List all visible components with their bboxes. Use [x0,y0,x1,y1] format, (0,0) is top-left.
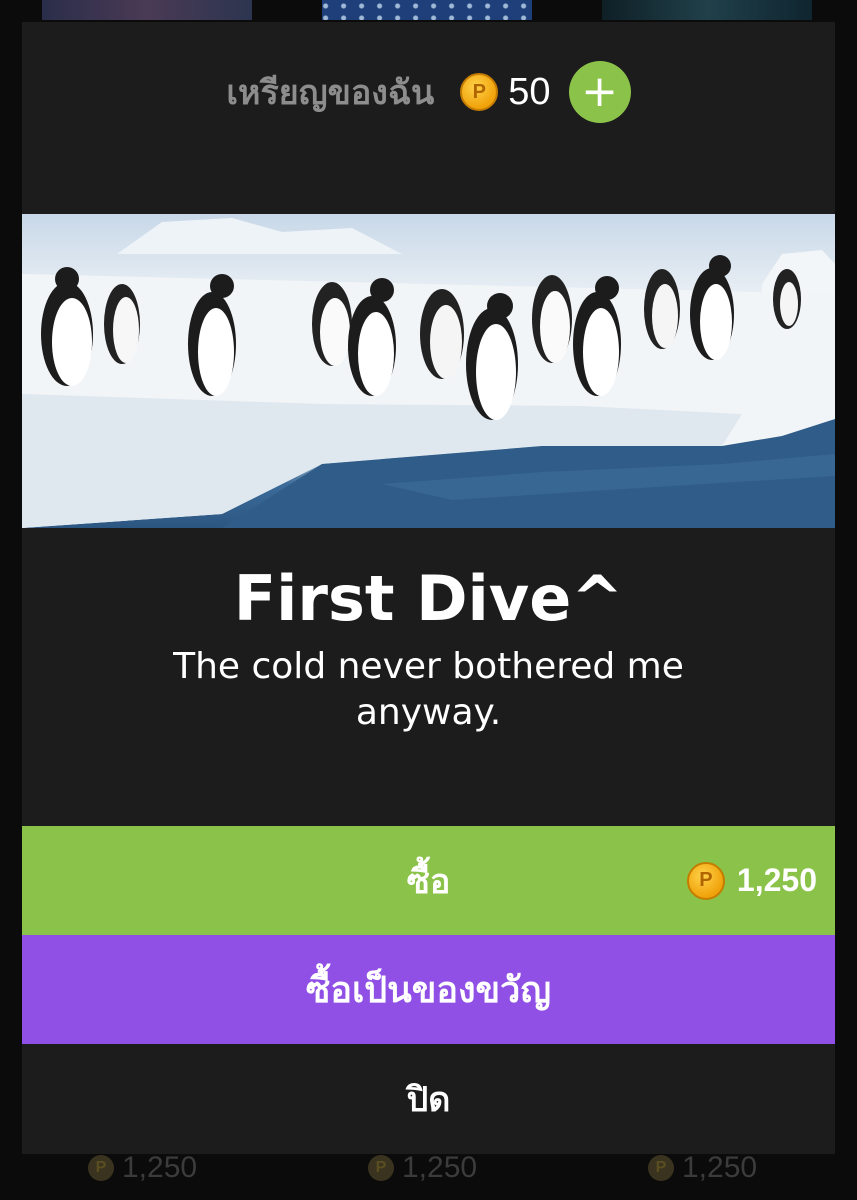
buy-price: P 1,250 [686,826,817,935]
wallet-label: เหรียญของฉัน [226,73,435,113]
background-price: P 1,250 [648,1150,757,1186]
buy-price-value: 1,250 [736,862,817,898]
wallet-balance: เหรียญของฉัน P 50 + [22,61,835,123]
buy-button-label: ซื้อ [406,861,451,902]
penguins-on-ice-image [22,218,835,528]
buy-button[interactable]: ซื้อ P 1,250 [22,826,835,935]
close-button[interactable]: ปิด [22,1044,835,1154]
background-thumbnail [322,0,532,20]
coin-icon: P [686,861,725,900]
buy-as-gift-button[interactable]: ซื้อเป็นของขวัญ [22,935,835,1044]
item-title: First Dive^ [233,562,624,635]
background-price: P 1,250 [88,1150,197,1186]
coin-icon: P [368,1155,394,1181]
gift-button-label: ซื้อเป็นของขวัญ [305,970,552,1011]
wallet-balance-value: 50 [508,70,551,113]
close-button-label: ปิด [406,1080,451,1120]
item-description: The cold never bothered me anyway. [173,646,684,733]
background-price: P 1,250 [368,1150,477,1186]
purchase-dialog: เหรียญของฉัน P 50 + First Dive^ The cold… [22,22,835,1154]
background-thumbnail [42,0,252,20]
coin-icon: P [648,1155,674,1181]
item-preview-image [22,214,835,528]
background-thumbnail [602,0,812,20]
coin-icon: P [88,1155,114,1181]
add-coins-button[interactable]: + [568,61,631,123]
coin-icon: P [460,73,499,111]
